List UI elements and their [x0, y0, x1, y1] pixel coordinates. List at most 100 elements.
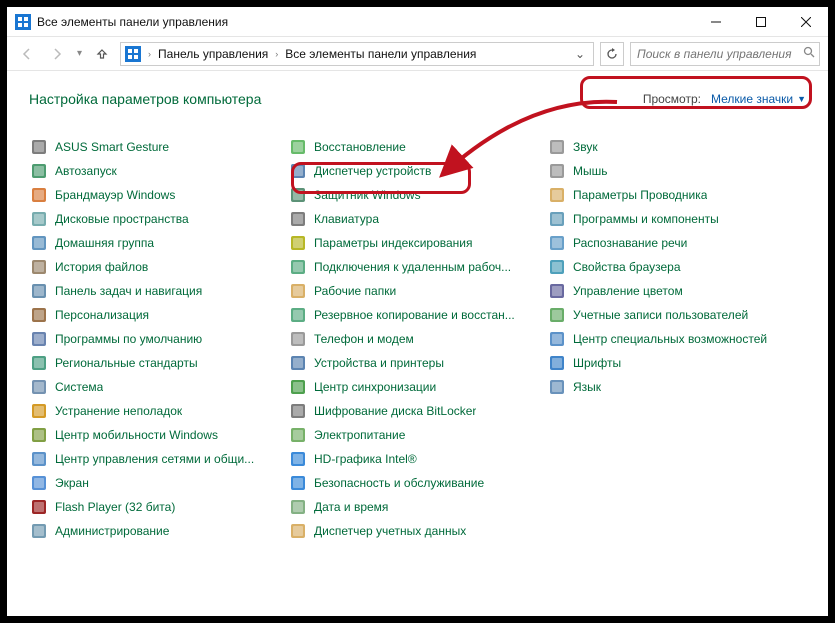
forward-button[interactable]: [45, 42, 69, 66]
cp-item[interactable]: Язык: [547, 375, 806, 399]
cp-item[interactable]: Дисковые пространства: [29, 207, 288, 231]
back-button[interactable]: [15, 42, 39, 66]
cp-item[interactable]: Параметры Проводника: [547, 183, 806, 207]
cp-item[interactable]: Диспетчер учетных данных: [288, 519, 547, 543]
cp-item[interactable]: Брандмауэр Windows: [29, 183, 288, 207]
item-label: Распознавание речи: [573, 236, 687, 250]
cp-item[interactable]: Программы по умолчанию: [29, 327, 288, 351]
item-icon: [290, 379, 306, 395]
cp-item[interactable]: Администрирование: [29, 519, 288, 543]
cp-item[interactable]: Восстановление: [288, 135, 547, 159]
cp-item[interactable]: Система: [29, 375, 288, 399]
item-icon: [31, 427, 47, 443]
cp-item[interactable]: Распознавание речи: [547, 231, 806, 255]
cp-item[interactable]: Устранение неполадок: [29, 399, 288, 423]
crumb-control-panel[interactable]: Панель управления: [158, 47, 268, 61]
item-icon: [31, 499, 47, 515]
cp-item[interactable]: Защитник Windows: [288, 183, 547, 207]
crumb-all-items[interactable]: Все элементы панели управления: [285, 47, 476, 61]
item-label: Региональные стандарты: [55, 356, 198, 370]
item-label: Параметры Проводника: [573, 188, 707, 202]
item-icon: [549, 259, 565, 275]
recent-locations-chevron[interactable]: ▾: [75, 48, 84, 59]
titlebar: Все элементы панели управления: [7, 7, 828, 37]
item-label: HD-графика Intel®: [314, 452, 417, 466]
cp-item[interactable]: Устройства и принтеры: [288, 351, 547, 375]
item-label: Шрифты: [573, 356, 621, 370]
item-label: Шифрование диска BitLocker: [314, 404, 476, 418]
cp-item[interactable]: Мышь: [547, 159, 806, 183]
item-icon: [549, 235, 565, 251]
item-icon: [31, 235, 47, 251]
item-icon: [549, 211, 565, 227]
chevron-right-icon[interactable]: ›: [272, 49, 281, 59]
cp-item[interactable]: Подключения к удаленным рабоч...: [288, 255, 547, 279]
cp-item[interactable]: Региональные стандарты: [29, 351, 288, 375]
item-label: История файлов: [55, 260, 148, 274]
item-label: Телефон и модем: [314, 332, 414, 346]
view-value-dropdown[interactable]: Мелкие значки ▼: [711, 92, 806, 106]
cp-item[interactable]: Программы и компоненты: [547, 207, 806, 231]
item-icon: [31, 211, 47, 227]
cp-item[interactable]: Параметры индексирования: [288, 231, 547, 255]
up-button[interactable]: [90, 42, 114, 66]
path-dropdown-chevron[interactable]: ⌄: [571, 47, 589, 61]
cp-item[interactable]: HD-графика Intel®: [288, 447, 547, 471]
item-icon: [31, 259, 47, 275]
item-label: Система: [55, 380, 103, 394]
cp-item[interactable]: Центр мобильности Windows: [29, 423, 288, 447]
cp-item[interactable]: Панель задач и навигация: [29, 279, 288, 303]
cp-item[interactable]: Центр синхронизации: [288, 375, 547, 399]
item-icon: [549, 331, 565, 347]
item-icon: [290, 307, 306, 323]
breadcrumb-path[interactable]: › Панель управления › Все элементы панел…: [120, 42, 594, 66]
cp-item[interactable]: Безопасность и обслуживание: [288, 471, 547, 495]
cp-item[interactable]: Экран: [29, 471, 288, 495]
cp-item[interactable]: Шрифты: [547, 351, 806, 375]
item-label: Дисковые пространства: [55, 212, 189, 226]
cp-item[interactable]: Шифрование диска BitLocker: [288, 399, 547, 423]
cp-item[interactable]: Центр специальных возможностей: [547, 327, 806, 351]
close-button[interactable]: [783, 7, 828, 36]
search-icon[interactable]: [803, 46, 815, 61]
item-label: Рабочие папки: [314, 284, 396, 298]
content-area: Настройка параметров компьютера Просмотр…: [7, 71, 828, 616]
item-icon: [31, 139, 47, 155]
item-label: Мышь: [573, 164, 608, 178]
item-icon: [31, 355, 47, 371]
cp-item[interactable]: Звук: [547, 135, 806, 159]
cp-item[interactable]: Домашняя группа: [29, 231, 288, 255]
cp-item[interactable]: Центр управления сетями и общи...: [29, 447, 288, 471]
cp-item[interactable]: Свойства браузера: [547, 255, 806, 279]
cp-item[interactable]: Диспетчер устройств: [288, 159, 547, 183]
cp-item[interactable]: Дата и время: [288, 495, 547, 519]
cp-item[interactable]: Рабочие папки: [288, 279, 547, 303]
item-label: ASUS Smart Gesture: [55, 140, 169, 154]
cp-item[interactable]: Персонализация: [29, 303, 288, 327]
view-chooser[interactable]: Просмотр: Мелкие значки ▼: [643, 92, 806, 106]
item-label: Защитник Windows: [314, 188, 421, 202]
cp-item[interactable]: Телефон и модем: [288, 327, 547, 351]
item-label: Автозапуск: [55, 164, 117, 178]
minimize-button[interactable]: [693, 7, 738, 36]
cp-item[interactable]: ASUS Smart Gesture: [29, 135, 288, 159]
cp-item[interactable]: Клавиатура: [288, 207, 547, 231]
chevron-right-icon[interactable]: ›: [145, 49, 154, 59]
search-input[interactable]: [635, 46, 799, 62]
cp-item[interactable]: Автозапуск: [29, 159, 288, 183]
cp-item[interactable]: История файлов: [29, 255, 288, 279]
item-icon: [290, 475, 306, 491]
item-label: Безопасность и обслуживание: [314, 476, 484, 490]
search-box[interactable]: [630, 42, 820, 66]
cp-item[interactable]: Flash Player (32 бита): [29, 495, 288, 519]
item-icon: [290, 355, 306, 371]
view-label: Просмотр:: [643, 92, 701, 106]
item-icon: [290, 283, 306, 299]
cp-item[interactable]: Электропитание: [288, 423, 547, 447]
cp-item[interactable]: Учетные записи пользователей: [547, 303, 806, 327]
cp-item[interactable]: Резервное копирование и восстан...: [288, 303, 547, 327]
item-label: Подключения к удаленным рабоч...: [314, 260, 511, 274]
maximize-button[interactable]: [738, 7, 783, 36]
cp-item[interactable]: Управление цветом: [547, 279, 806, 303]
refresh-button[interactable]: [600, 42, 624, 66]
